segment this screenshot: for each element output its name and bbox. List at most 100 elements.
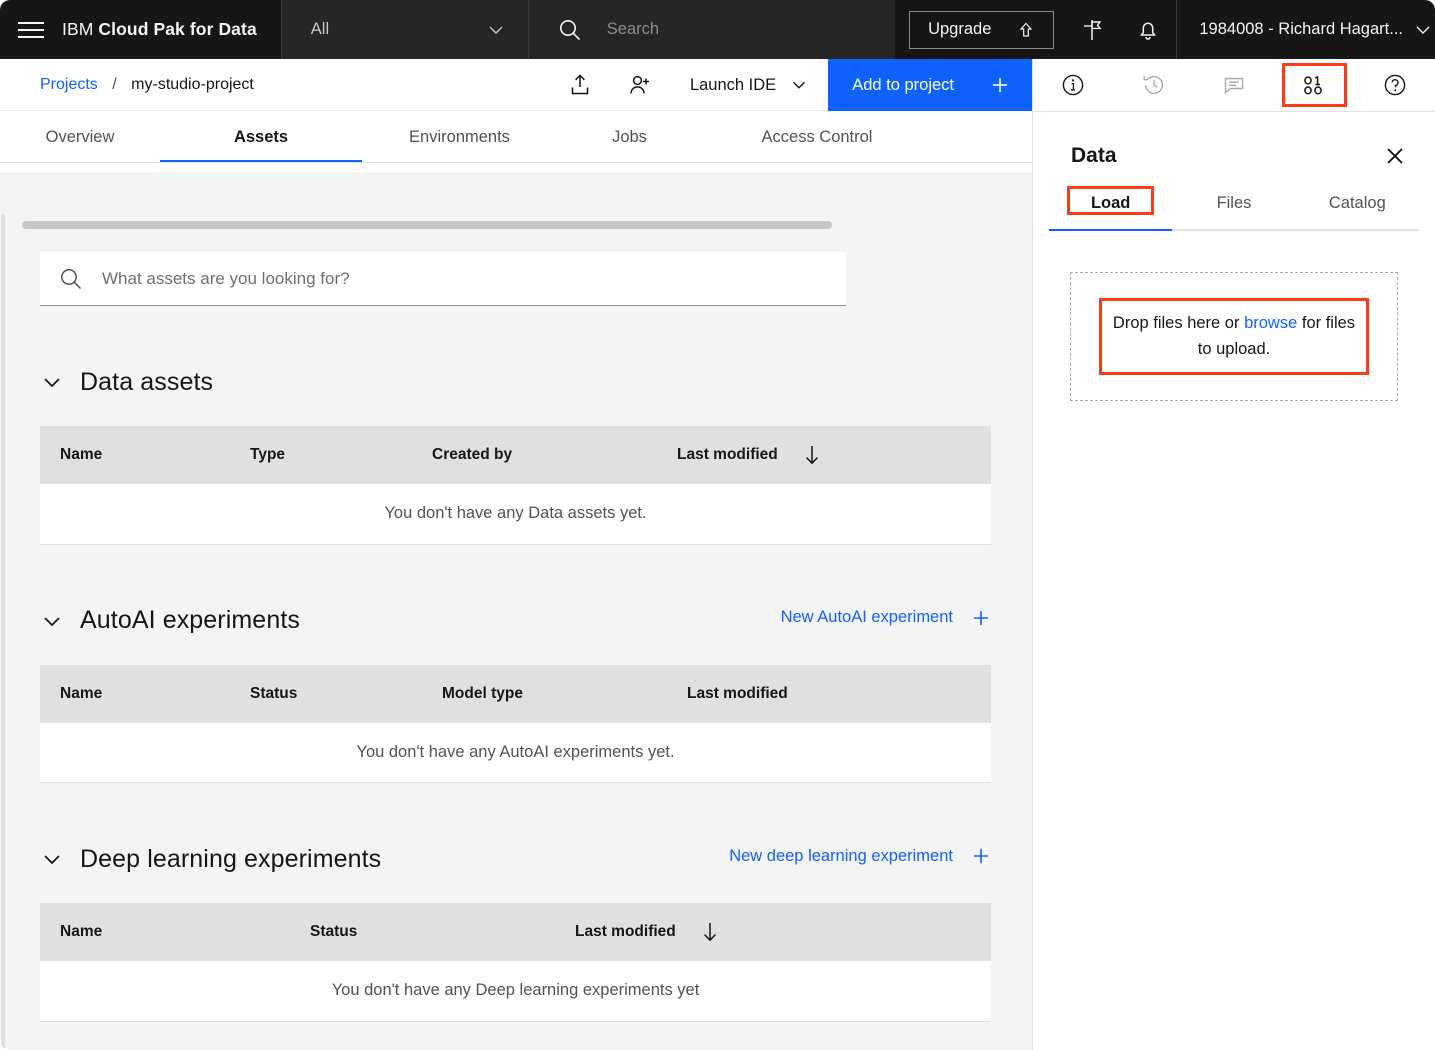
chevron-down-icon — [1413, 20, 1433, 40]
search-icon — [557, 17, 583, 43]
upload-icon[interactable] — [550, 59, 610, 111]
column-header-status[interactable]: Status — [290, 903, 555, 961]
chevron-down-icon[interactable] — [40, 847, 64, 871]
add-user-icon[interactable] — [610, 59, 670, 111]
help-icon[interactable] — [1355, 59, 1435, 111]
tab-overview[interactable]: Overview — [0, 111, 160, 163]
column-header-last-modified[interactable]: Last modified — [555, 903, 991, 961]
arrow-down-icon — [802, 444, 822, 466]
empty-message: You don't have any Data assets yet. — [40, 484, 991, 545]
hamburger-menu-icon[interactable] — [0, 0, 62, 59]
launch-ide-dropdown[interactable]: Launch IDE — [670, 59, 828, 111]
deep-learning-experiments-table: Name Status Last modified You don't have… — [40, 903, 991, 1022]
chevron-down-icon — [790, 76, 808, 94]
tab-label: Access Control — [761, 127, 873, 146]
data-binary-icon[interactable] — [1274, 59, 1354, 111]
asset-search-field[interactable]: What assets are you looking for? — [40, 252, 846, 306]
breadcrumb-separator: / — [112, 75, 117, 93]
chevron-down-icon[interactable] — [40, 609, 64, 633]
file-dropzone[interactable]: Drop files here or browse for files to u… — [1070, 272, 1398, 401]
breadcrumb-projects-link[interactable]: Projects — [40, 76, 98, 93]
plus-icon — [990, 75, 1010, 95]
tab-load[interactable]: Load — [1049, 186, 1173, 231]
section-title: Deep learning experiments — [80, 844, 382, 873]
close-icon[interactable] — [1383, 144, 1407, 168]
tab-assets[interactable]: Assets — [160, 111, 362, 163]
vertical-scrollbar[interactable] — [1, 214, 5, 1050]
table-empty-row: You don't have any AutoAI experiments ye… — [40, 722, 991, 783]
new-autoai-experiment-link[interactable]: New AutoAI experiment — [781, 608, 991, 628]
scope-value: All — [310, 20, 330, 38]
info-icon[interactable] — [1033, 59, 1113, 111]
plus-icon — [971, 608, 991, 628]
section-autoai-experiments: AutoAI experiments New AutoAI experiment… — [40, 605, 991, 783]
tab-access-control[interactable]: Access Control — [702, 111, 932, 163]
section-header: Data assets — [40, 366, 991, 398]
section-title: AutoAI experiments — [80, 606, 300, 634]
column-header-name[interactable]: Name — [40, 903, 290, 961]
section-title: Data assets — [80, 367, 214, 396]
launch-ide-label: Launch IDE — [689, 75, 777, 94]
link-label: New deep learning experiment — [729, 846, 953, 865]
column-header-status[interactable]: Status — [230, 664, 422, 723]
scope-dropdown[interactable]: All — [280, 0, 528, 59]
section-data-assets: Data assets Name Type Created by Last mo… — [40, 366, 991, 545]
column-header-name[interactable]: Name — [40, 426, 230, 484]
milestone-flag-icon[interactable] — [1064, 0, 1120, 59]
column-header-created-by[interactable]: Created by — [412, 426, 657, 484]
main-column: Projects / my-studio-project Launch IDE … — [0, 59, 1032, 1050]
global-search-input[interactable]: Search — [607, 20, 659, 39]
brand-title[interactable]: IBM Cloud Pak for Data — [62, 0, 281, 59]
panel-icon-bar — [1033, 59, 1435, 112]
chevron-down-icon — [486, 20, 506, 40]
comment-icon[interactable] — [1194, 59, 1274, 111]
tab-jobs[interactable]: Jobs — [557, 111, 702, 163]
table-empty-row: You don't have any Data assets yet. — [40, 484, 991, 545]
tab-label: Files — [1216, 194, 1252, 212]
dropzone-text-before: Drop files here or — [1112, 313, 1240, 332]
upgrade-label: Upgrade — [928, 20, 992, 38]
dropzone-message: Drop files here or browse for files to u… — [1099, 297, 1369, 376]
table-header-row: Name Status Last modified — [40, 903, 991, 961]
tab-environments[interactable]: Environments — [362, 111, 557, 163]
tab-label: Overview — [45, 127, 115, 146]
arrow-down-icon — [700, 921, 720, 943]
tab-catalog[interactable]: Catalog — [1295, 188, 1419, 231]
app-window: IBM Cloud Pak for Data All Search Upgrad… — [0, 0, 1435, 1050]
section-header: AutoAI experiments New AutoAI experiment — [40, 605, 991, 637]
section-header: Deep learning experiments New deep learn… — [40, 843, 991, 875]
column-header-label: Last modified — [677, 446, 778, 463]
table-header-row: Name Type Created by Last modified — [40, 426, 991, 484]
empty-message: You don't have any Deep learning experim… — [40, 961, 991, 1022]
column-header-name[interactable]: Name — [40, 664, 230, 723]
chevron-down-icon[interactable] — [40, 370, 64, 394]
tab-label: Assets — [233, 127, 289, 146]
tab-files[interactable]: Files — [1172, 188, 1296, 231]
column-header-last-modified[interactable]: Last modified — [657, 426, 991, 484]
column-header-type[interactable]: Type — [230, 426, 412, 484]
brand-product: Cloud Pak for Data — [98, 19, 257, 39]
breadcrumb-current: my-studio-project — [131, 75, 254, 93]
plus-icon — [971, 846, 991, 866]
new-deep-learning-experiment-link[interactable]: New deep learning experiment — [729, 846, 991, 866]
history-icon[interactable] — [1113, 59, 1193, 111]
horizontal-scrollbar[interactable] — [22, 221, 832, 229]
empty-message: You don't have any AutoAI experiments ye… — [40, 722, 991, 783]
autoai-experiments-table: Name Status Model type Last modified You… — [40, 664, 991, 783]
column-header-label: Last modified — [575, 923, 676, 940]
asset-search-input[interactable]: What assets are you looking for? — [102, 269, 350, 289]
column-header-model-type[interactable]: Model type — [422, 664, 667, 723]
arrow-up-icon — [1017, 21, 1035, 39]
column-header-last-modified[interactable]: Last modified — [667, 664, 991, 723]
search-icon — [58, 266, 84, 292]
upgrade-button[interactable]: Upgrade — [909, 10, 1055, 49]
browse-link[interactable]: browse — [1244, 314, 1297, 332]
global-search[interactable]: Search — [527, 0, 896, 59]
notification-bell-icon[interactable] — [1120, 0, 1176, 59]
global-header: IBM Cloud Pak for Data All Search Upgrad… — [0, 0, 1435, 59]
breadcrumb: Projects / my-studio-project — [40, 76, 254, 94]
assets-content: What assets are you looking for? Data as… — [0, 172, 1032, 1050]
user-menu[interactable]: 1984008 - Richard Hagart... — [1176, 0, 1435, 59]
panel-title-row: Data — [1033, 112, 1435, 188]
add-to-project-button[interactable]: Add to project — [828, 59, 1032, 111]
